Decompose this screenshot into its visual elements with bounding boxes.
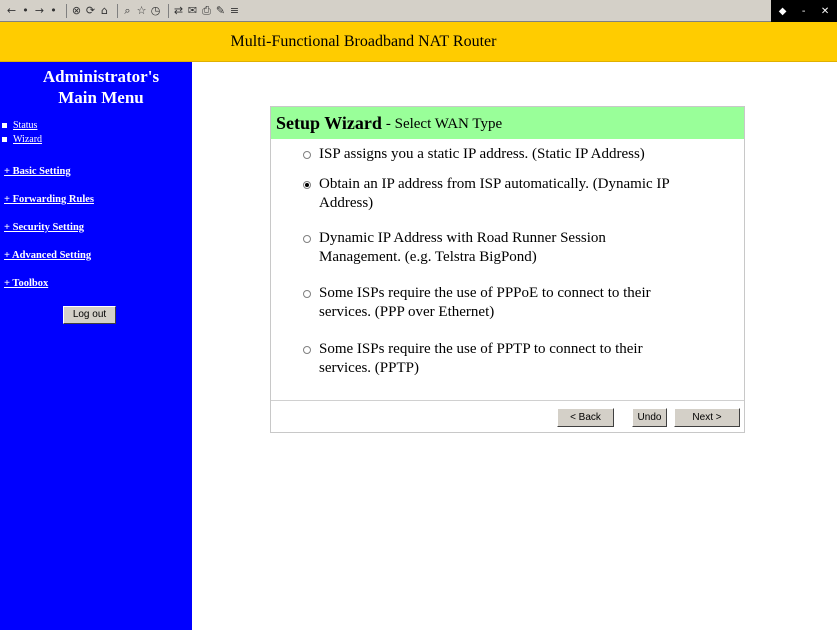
sidebar-title-line1: Administrator's: [42, 67, 160, 86]
sidebar-item-wizard: Wizard: [2, 132, 192, 146]
radio-static-ip[interactable]: [303, 151, 311, 159]
wan-option-road-runner[interactable]: Dynamic IP Address with Road Runner Sess…: [303, 229, 723, 267]
undo-button[interactable]: Undo: [632, 408, 667, 427]
option-label-line1: Some ISPs require the use of PPTP to con…: [319, 341, 643, 357]
page-title: Multi-Functional Broadband NAT Router: [230, 32, 497, 50]
toolbar-divider: [117, 3, 118, 18]
window-controls: ◆ - ✕: [771, 0, 837, 22]
option-label-line1: Some ISPs require the use of PPPoE to co…: [319, 285, 651, 301]
stop-icon[interactable]: ⊗: [71, 3, 82, 19]
option-label: Obtain an IP address from ISP automatica…: [319, 175, 670, 213]
status-link[interactable]: Status: [13, 120, 37, 131]
back-arrow-icon[interactable]: ←: [6, 3, 17, 19]
toolbar-divider: [66, 3, 67, 18]
back-button[interactable]: < Back: [557, 408, 614, 427]
option-label: Dynamic IP Address with Road Runner Sess…: [319, 229, 606, 267]
next-button[interactable]: Next >: [674, 408, 740, 427]
sidebar-sections: + Basic Setting + Forwarding Rules + Sec…: [0, 158, 192, 298]
sidebar-top-links: Status Wizard: [0, 118, 192, 146]
sidebar-item-security-setting[interactable]: + Security Setting: [4, 214, 192, 242]
mail-icon[interactable]: ✉: [187, 3, 198, 19]
radio-pptp[interactable]: [303, 346, 311, 354]
sidebar: Administrator's Main Menu Status Wizard …: [0, 62, 192, 630]
discuss-icon[interactable]: ≡: [229, 3, 240, 19]
wizard-header: Setup Wizard - Select WAN Type: [271, 107, 744, 139]
header-bar: Multi-Functional Broadband NAT Router: [0, 22, 837, 62]
sidebar-item-toolbox[interactable]: + Toolbox: [4, 270, 192, 298]
setup-wizard-panel: Setup Wizard - Select WAN Type ISP assig…: [270, 106, 745, 433]
option-label-line2: services. (PPP over Ethernet): [319, 304, 495, 320]
forward-arrow-icon[interactable]: →: [34, 3, 45, 19]
logout-button[interactable]: Log out: [63, 306, 116, 324]
option-label-line2: Address): [319, 195, 374, 211]
sidebar-title: Administrator's Main Menu: [10, 62, 192, 108]
option-label: Some ISPs require the use of PPTP to con…: [319, 340, 643, 378]
sidebar-item-basic-setting[interactable]: + Basic Setting: [4, 158, 192, 186]
wizard-subtitle: - Select WAN Type: [385, 115, 503, 132]
wizard-button-row: < Back Undo Next >: [271, 400, 744, 432]
wizard-link[interactable]: Wizard: [13, 134, 42, 145]
sidebar-title-line2: Main Menu: [58, 88, 144, 107]
windows-logo-icon: ◆: [778, 5, 787, 17]
dropdown-dot-icon[interactable]: •: [48, 3, 59, 19]
channels-icon[interactable]: ⇄: [173, 3, 184, 19]
option-label-line1: Dynamic IP Address with Road Runner Sess…: [319, 230, 606, 246]
minimize-icon[interactable]: -: [802, 6, 806, 17]
option-label-line1: Obtain an IP address from ISP automatica…: [319, 176, 670, 192]
home-icon[interactable]: ⌂: [99, 3, 110, 19]
bullet-icon: [2, 122, 7, 128]
sidebar-item-advanced-setting[interactable]: + Advanced Setting: [4, 242, 192, 270]
sidebar-item-forwarding-rules[interactable]: + Forwarding Rules: [4, 186, 192, 214]
radio-road-runner[interactable]: [303, 235, 311, 243]
wan-option-dynamic-ip[interactable]: Obtain an IP address from ISP automatica…: [303, 175, 723, 213]
radio-pppoe[interactable]: [303, 290, 311, 298]
search-icon[interactable]: ⌕: [122, 3, 133, 19]
option-label: Some ISPs require the use of PPPoE to co…: [319, 284, 651, 322]
browser-toolbar: ← • → • ⊗ ⟳ ⌂ ⌕ ☆ ◷ ⇄ ✉ ⎙ ✎ ≡ ◆ - ✕: [0, 0, 837, 22]
option-label-line1: ISP assigns you a static IP address. (St…: [319, 146, 645, 162]
sidebar-item-status: Status: [2, 118, 192, 132]
radio-dynamic-ip[interactable]: [303, 181, 311, 189]
edit-icon[interactable]: ✎: [215, 3, 226, 19]
option-label-line2: services. (PPTP): [319, 360, 419, 376]
wan-option-static-ip[interactable]: ISP assigns you a static IP address. (St…: [303, 145, 723, 164]
refresh-icon[interactable]: ⟳: [85, 3, 96, 19]
history-icon[interactable]: ◷: [150, 3, 161, 19]
wan-option-pppoe[interactable]: Some ISPs require the use of PPPoE to co…: [303, 284, 723, 322]
option-label: ISP assigns you a static IP address. (St…: [319, 145, 645, 164]
print-icon[interactable]: ⎙: [201, 3, 212, 19]
wizard-title: Setup Wizard: [276, 112, 382, 133]
dropdown-dot-icon[interactable]: •: [20, 3, 31, 19]
toolbar-divider: [168, 3, 169, 18]
bullet-icon: [2, 136, 7, 142]
favorites-icon[interactable]: ☆: [136, 3, 147, 19]
close-icon[interactable]: ✕: [821, 6, 829, 17]
wan-option-pptp[interactable]: Some ISPs require the use of PPTP to con…: [303, 340, 723, 378]
option-label-line2: Management. (e.g. Telstra BigPond): [319, 249, 537, 265]
